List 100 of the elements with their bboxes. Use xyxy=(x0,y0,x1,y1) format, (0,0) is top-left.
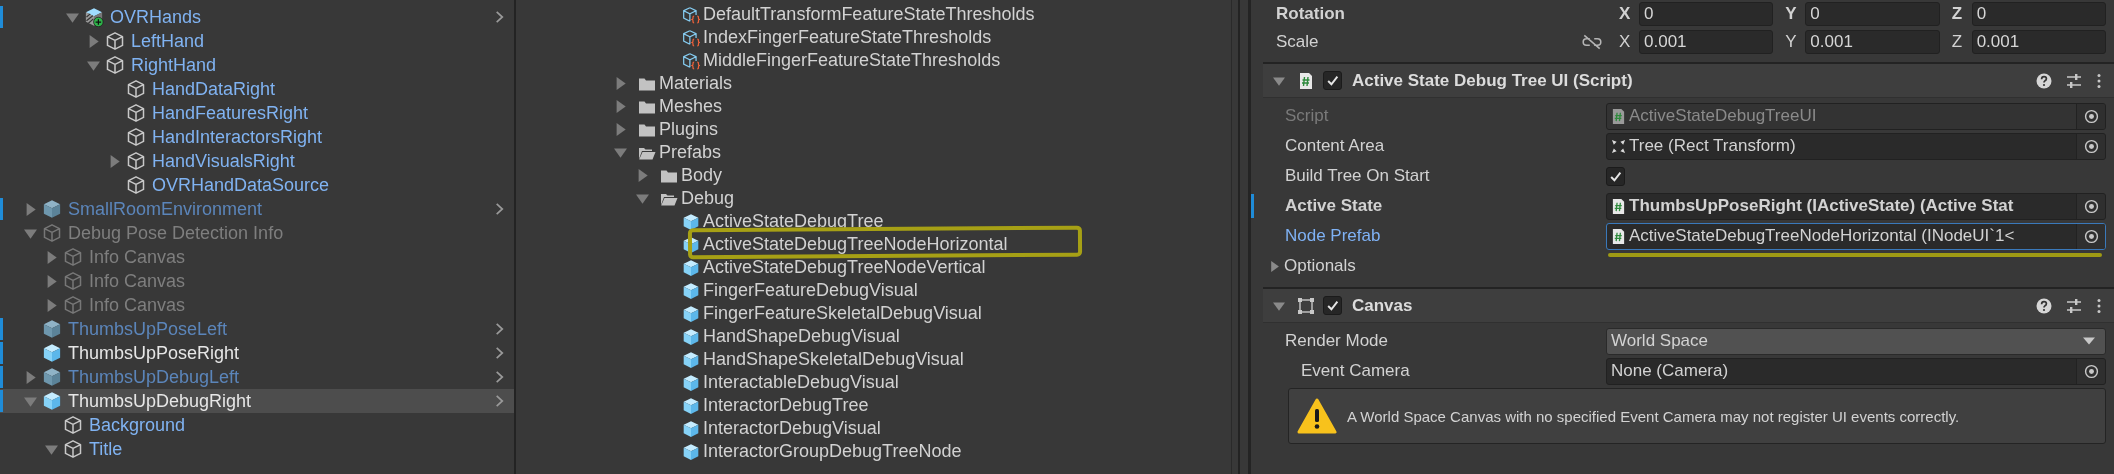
property-label: Build Tree On Start xyxy=(1285,166,1430,186)
foldout-arrow-icon[interactable] xyxy=(1269,260,1280,272)
number-field[interactable]: 0.001 xyxy=(1805,30,1940,54)
project-item[interactable]: HandShapeSkeletalDebugVisual xyxy=(516,348,1238,371)
hierarchy-item[interactable]: OVRHands xyxy=(0,5,514,29)
project-item[interactable]: Debug xyxy=(516,187,1238,210)
project-item[interactable]: Body xyxy=(516,164,1238,187)
object-field[interactable]: Tree (Rect Transform) xyxy=(1606,132,2106,160)
expand-arrow-icon[interactable] xyxy=(636,192,649,205)
axis-label: X xyxy=(1619,4,1632,24)
hierarchy-item[interactable]: ThumbsUpDebugRight xyxy=(0,389,514,413)
warning-icon xyxy=(1297,398,1337,434)
dropdown[interactable]: World Space xyxy=(1606,327,2106,355)
sliders-icon[interactable] xyxy=(2066,72,2082,89)
enabled-checkbox[interactable] xyxy=(1323,296,1342,315)
chevron-right-icon[interactable] xyxy=(495,346,504,360)
property-label: Active State xyxy=(1285,196,1383,216)
script-file-icon xyxy=(1611,227,1626,245)
project-item[interactable]: Prefabs xyxy=(516,141,1238,164)
object-picker-button[interactable] xyxy=(2076,103,2105,129)
project-item[interactable]: Materials xyxy=(516,72,1238,95)
hierarchy-item[interactable]: HandVisualsRight xyxy=(0,149,514,173)
sliders-icon[interactable] xyxy=(2066,297,2082,314)
property-label: Optionals xyxy=(1284,256,1356,276)
hierarchy-item[interactable]: ThumbsUpPoseRight xyxy=(0,341,514,365)
help-icon[interactable] xyxy=(2036,72,2052,89)
foldout-arrow-icon[interactable] xyxy=(1273,74,1285,87)
axis-label: Z xyxy=(1951,4,1964,24)
expand-arrow-icon[interactable] xyxy=(614,77,627,90)
project-item[interactable]: HandShapeDebugVisual xyxy=(516,325,1238,348)
hierarchy-item[interactable]: HandFeaturesRight xyxy=(0,101,514,125)
chevron-right-icon[interactable] xyxy=(495,322,504,336)
help-icon[interactable] xyxy=(2036,297,2052,314)
expand-arrow-icon[interactable] xyxy=(614,100,627,113)
expand-arrow-icon[interactable] xyxy=(614,123,627,136)
target-icon xyxy=(2083,138,2099,154)
script-file-icon xyxy=(1611,197,1626,215)
expand-arrow-icon[interactable] xyxy=(24,202,37,216)
hierarchy-item[interactable]: RightHand xyxy=(0,53,514,77)
chevron-right-icon[interactable] xyxy=(495,202,504,216)
expand-arrow-icon[interactable] xyxy=(45,298,58,312)
object-picker-button[interactable] xyxy=(2076,223,2105,249)
component-header[interactable]: Canvas xyxy=(1263,289,2114,323)
chevron-right-icon[interactable] xyxy=(495,370,504,384)
project-item[interactable]: DefaultTransformFeatureStateThresholds xyxy=(516,3,1238,26)
expand-arrow-icon[interactable] xyxy=(24,370,37,384)
expand-arrow-icon[interactable] xyxy=(87,34,100,48)
more-options-icon[interactable] xyxy=(2096,72,2102,89)
foldout-arrow-icon[interactable] xyxy=(1273,299,1285,312)
hierarchy-item[interactable]: Background xyxy=(0,413,514,437)
expand-arrow-icon[interactable] xyxy=(108,154,121,168)
axis-label: Z xyxy=(1951,32,1964,52)
object-field[interactable]: None (Camera) xyxy=(1606,357,2106,385)
property-label: Scale xyxy=(1275,32,1320,52)
component-title: Canvas xyxy=(1352,295,1414,316)
project-item[interactable]: FingerFeatureDebugVisual xyxy=(516,279,1238,302)
checkbox[interactable] xyxy=(1606,166,1625,186)
chevron-right-icon[interactable] xyxy=(495,394,504,408)
object-picker-button[interactable] xyxy=(2076,133,2105,159)
project-item[interactable]: InteractorDebugVisual xyxy=(516,417,1238,440)
enabled-checkbox[interactable] xyxy=(1323,71,1342,90)
project-item[interactable]: IndexFingerFeatureStateThresholds xyxy=(516,26,1238,49)
more-options-icon[interactable] xyxy=(2096,297,2102,314)
object-picker-button[interactable] xyxy=(2076,193,2105,219)
axis-label: Y xyxy=(1785,4,1798,24)
object-field[interactable]: ActiveStateDebugTreeNodeHorizontal (INodeUI`1< xyxy=(1606,222,2106,250)
property-label: Rotation xyxy=(1275,4,1346,24)
expand-arrow-icon[interactable] xyxy=(45,250,58,264)
expand-arrow-icon[interactable] xyxy=(45,274,58,288)
expand-arrow-icon[interactable] xyxy=(636,169,649,182)
project-item[interactable]: ActiveStateDebugTreeNodeHorizontal xyxy=(516,233,1238,256)
rect-transform-icon xyxy=(1611,137,1626,155)
project-item[interactable]: Plugins xyxy=(516,118,1238,141)
project-item[interactable]: InteractableDebugVisual xyxy=(516,371,1238,394)
number-field[interactable]: 0 xyxy=(1805,2,1940,26)
hierarchy-item[interactable]: OVRHandDataSource xyxy=(0,173,514,197)
chevron-right-icon[interactable] xyxy=(495,10,504,24)
number-field[interactable]: 0 xyxy=(1639,2,1774,26)
project-item[interactable]: InteractorDebugTree xyxy=(516,394,1238,417)
project-item[interactable]: ActiveStateDebugTreeNodeVertical xyxy=(516,256,1238,279)
number-field[interactable]: 0.001 xyxy=(1639,30,1774,54)
property-label: Script xyxy=(1285,106,1329,126)
expand-arrow-icon[interactable] xyxy=(614,146,627,159)
hierarchy-item[interactable]: Title xyxy=(0,437,514,461)
object-field[interactable]: ThumbsUpPoseRight (IActiveState) (Active Stat xyxy=(1606,192,2106,220)
project-item[interactable]: InteractorGroupDebugTreeNode xyxy=(516,440,1238,463)
project-item[interactable]: FingerFeatureSkeletalDebugVisual xyxy=(516,302,1238,325)
target-icon xyxy=(2083,108,2099,124)
unlinked-chain-icon[interactable] xyxy=(1581,34,1603,50)
number-field[interactable]: 0 xyxy=(1971,2,2106,26)
project-item[interactable]: ActiveStateDebugTree xyxy=(516,210,1238,233)
hierarchy-item[interactable]: LeftHand xyxy=(0,29,514,53)
component-header[interactable]: Active State Debug Tree UI (Script) xyxy=(1263,64,2114,98)
hierarchy-item[interactable]: HandInteractorsRight xyxy=(0,125,514,149)
number-field[interactable]: 0.001 xyxy=(1971,30,2106,54)
object-picker-button[interactable] xyxy=(2076,358,2105,384)
target-icon xyxy=(2083,363,2099,379)
project-item[interactable]: MiddleFingerFeatureStateThresholds xyxy=(516,49,1238,72)
project-item[interactable]: Meshes xyxy=(516,95,1238,118)
hierarchy-item[interactable]: HandDataRight xyxy=(0,77,514,101)
